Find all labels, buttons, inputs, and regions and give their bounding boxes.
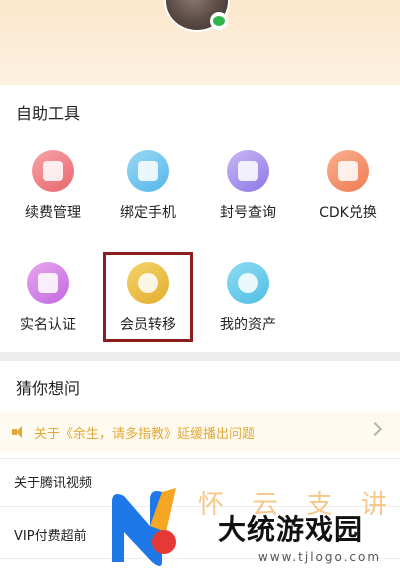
divider — [0, 458, 400, 459]
phone-icon — [127, 150, 169, 192]
tool-bind-phone[interactable]: 绑定手机 — [103, 150, 193, 222]
notice-text: 关于《余生，请多指教》延缓播出问题 — [34, 427, 256, 442]
tool-label: 封号查询 — [220, 205, 276, 221]
member-transfer-highlight-box — [103, 252, 193, 342]
tool-label: 我的资产 — [220, 317, 276, 333]
tool-label: 续费管理 — [25, 205, 81, 221]
divider — [0, 558, 400, 559]
wechat-icon — [210, 12, 228, 30]
renew-icon — [32, 150, 74, 192]
faq-item[interactable]: VIP付费超前 — [14, 525, 87, 544]
tool-cdk-exchange[interactable]: CDK兑换 — [303, 150, 393, 222]
speaker-icon — [12, 425, 26, 439]
tool-label: CDK兑换 — [319, 205, 377, 221]
tool-renew-management[interactable]: 续费管理 — [8, 150, 98, 222]
id-card-icon — [27, 262, 69, 304]
exchange-icon — [327, 150, 369, 192]
tool-ban-query[interactable]: 封号查询 — [203, 150, 293, 222]
tool-label: 绑定手机 — [120, 205, 176, 221]
tools-section-title: 自助工具 — [16, 104, 81, 123]
tool-real-name-auth[interactable]: 实名认证 — [3, 262, 93, 334]
faq-section-title: 猜你想问 — [16, 379, 81, 398]
tool-label: 实名认证 — [20, 317, 76, 333]
asset-icon — [227, 262, 269, 304]
faq-item[interactable]: 关于腾讯视频 — [14, 472, 92, 491]
search-doc-icon — [227, 150, 269, 192]
tool-my-assets[interactable]: 我的资产 — [203, 262, 293, 334]
divider — [0, 506, 400, 507]
section-divider — [0, 352, 400, 361]
